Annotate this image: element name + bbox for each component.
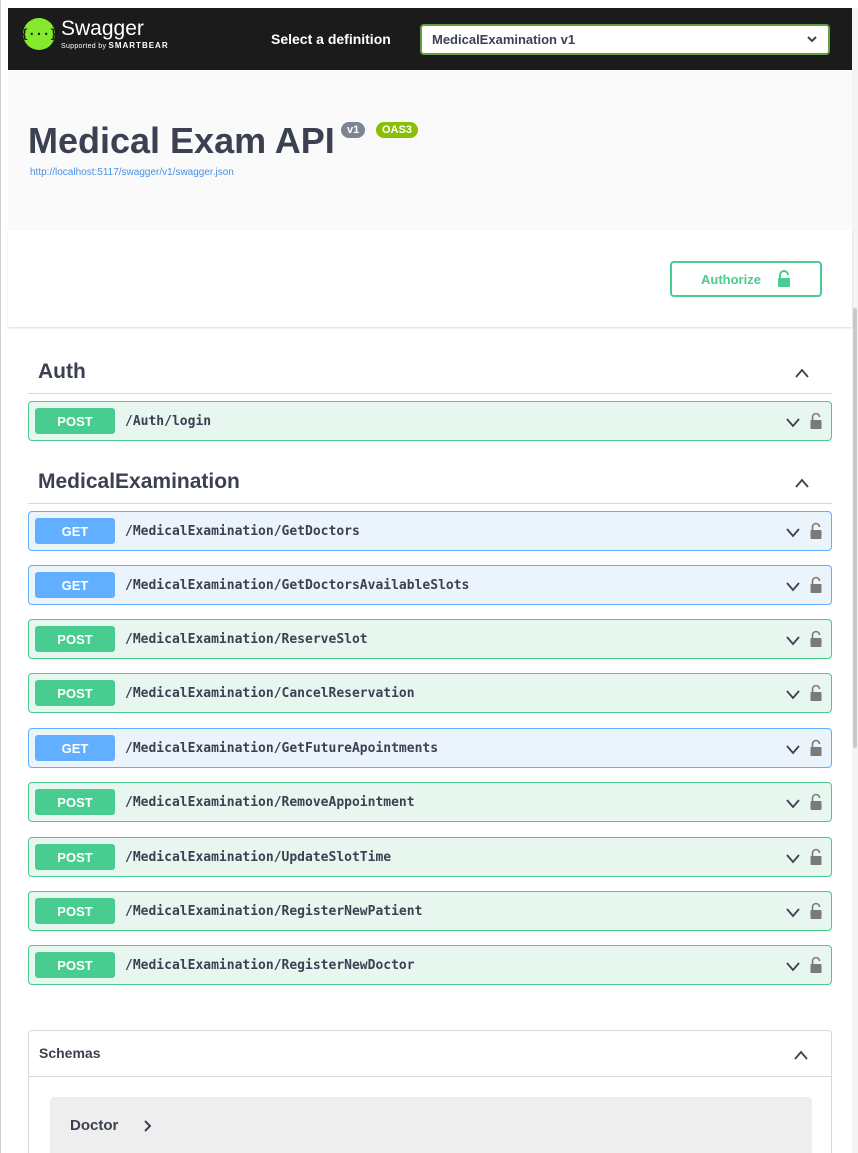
- method-badge: GET: [35, 518, 115, 544]
- schemas-header[interactable]: Schemas: [29, 1031, 831, 1077]
- spec-url-link[interactable]: http://localhost:5117/swagger/v1/swagger…: [30, 167, 234, 178]
- operation-row[interactable]: GET /MedicalExamination/GetDoctorsAvaila…: [28, 565, 832, 605]
- unlock-icon: [777, 270, 790, 287]
- chevron-up-icon[interactable]: [794, 476, 810, 490]
- chevron-down-icon[interactable]: [785, 415, 801, 429]
- method-badge: POST: [35, 789, 115, 815]
- method-badge: POST: [35, 680, 115, 706]
- swagger-logo-icon: {···}: [21, 18, 57, 50]
- method-badge: POST: [35, 844, 115, 870]
- unlock-icon[interactable]: [809, 576, 823, 594]
- operation-path: /MedicalExamination/GetDoctors: [125, 523, 360, 539]
- chevron-down-icon[interactable]: [785, 687, 801, 701]
- operation-path: /MedicalExamination/ReserveSlot: [125, 631, 368, 647]
- select-definition-label: Select a definition: [271, 31, 391, 47]
- tag-name: MedicalExamination: [38, 470, 240, 493]
- operation-path: /MedicalExamination/UpdateSlotTime: [125, 849, 392, 865]
- tag-medicalexamination[interactable]: MedicalExamination: [28, 462, 832, 504]
- chevron-down-icon[interactable]: [785, 796, 801, 810]
- scheme-container: Authorize: [8, 230, 852, 327]
- method-badge: GET: [35, 572, 115, 598]
- model-name: Doctor: [70, 1117, 119, 1134]
- operation-row[interactable]: GET /MedicalExamination/GetDoctors: [28, 511, 832, 551]
- chevron-up-icon[interactable]: [793, 1048, 809, 1062]
- operation-row[interactable]: POST /MedicalExamination/RemoveAppointme…: [28, 782, 832, 822]
- unlock-icon[interactable]: [809, 956, 823, 974]
- swagger-logo[interactable]: {···} Swagger Supported by SMARTBEAR: [21, 17, 169, 50]
- schemas-title: Schemas: [39, 1045, 101, 1061]
- schema-model-doctor[interactable]: Doctor: [50, 1097, 812, 1153]
- chevron-down-icon[interactable]: [785, 525, 801, 539]
- operation-row[interactable]: POST /Auth/login: [28, 401, 832, 441]
- chevron-down-icon[interactable]: [785, 851, 801, 865]
- method-badge: POST: [35, 408, 115, 434]
- operation-row[interactable]: GET /MedicalExamination/GetFutureApointm…: [28, 728, 832, 768]
- operation-path: /MedicalExamination/CancelReservation: [125, 685, 415, 701]
- operation-path: /MedicalExamination/GetFutureApointments: [125, 740, 439, 756]
- unlock-icon[interactable]: [809, 412, 823, 430]
- operation-row[interactable]: POST /MedicalExamination/RegisterNewDoct…: [28, 945, 832, 985]
- chevron-down-icon[interactable]: [785, 633, 801, 647]
- oas-badge: OAS3: [376, 122, 418, 138]
- operation-row[interactable]: POST /MedicalExamination/UpdateSlotTime: [28, 837, 832, 877]
- scrollbar-thumb[interactable]: [853, 308, 857, 748]
- chevron-down-icon: [807, 36, 817, 43]
- operation-row[interactable]: POST /MedicalExamination/CancelReservati…: [28, 673, 832, 713]
- definition-select[interactable]: MedicalExamination v1: [420, 24, 830, 55]
- method-badge: POST: [35, 952, 115, 978]
- chevron-down-icon[interactable]: [785, 959, 801, 973]
- chevron-down-icon[interactable]: [785, 579, 801, 593]
- unlock-icon[interactable]: [809, 684, 823, 702]
- tag-auth[interactable]: Auth: [28, 352, 832, 394]
- operation-row[interactable]: POST /MedicalExamination/RegisterNewPati…: [28, 891, 832, 931]
- tag-name: Auth: [38, 360, 86, 383]
- chevron-down-icon[interactable]: [785, 905, 801, 919]
- logo-sub-prefix: Supported by: [61, 43, 107, 50]
- scrollbar[interactable]: [852, 8, 858, 1153]
- operation-path: /MedicalExamination/GetDoctorsAvailableS…: [125, 577, 470, 593]
- operation-path: /Auth/login: [125, 413, 212, 429]
- unlock-icon[interactable]: [809, 902, 823, 920]
- operation-row[interactable]: POST /MedicalExamination/ReserveSlot: [28, 619, 832, 659]
- method-badge: GET: [35, 735, 115, 761]
- selected-definition: MedicalExamination v1: [432, 32, 576, 47]
- chevron-down-icon[interactable]: [785, 742, 801, 756]
- api-info: Medical Exam API v1 OAS3 http://localhos…: [8, 70, 852, 230]
- logo-sub: Supported by SMARTBEAR: [61, 41, 169, 50]
- operation-path: /MedicalExamination/RegisterNewDoctor: [125, 957, 415, 973]
- chevron-up-icon[interactable]: [794, 366, 810, 380]
- schemas-section: Schemas Doctor: [28, 1030, 832, 1153]
- unlock-icon[interactable]: [809, 848, 823, 866]
- operation-path: /MedicalExamination/RegisterNewPatient: [125, 903, 423, 919]
- unlock-icon[interactable]: [809, 739, 823, 757]
- authorize-label: Authorize: [701, 271, 761, 287]
- unlock-icon[interactable]: [809, 630, 823, 648]
- version-badge: v1: [341, 122, 366, 138]
- logo-sub-brand: SMARTBEAR: [108, 41, 169, 50]
- unlock-icon[interactable]: [809, 793, 823, 811]
- method-badge: POST: [35, 626, 115, 652]
- topbar: {···} Swagger Supported by SMARTBEAR Sel…: [8, 8, 852, 70]
- chevron-right-icon[interactable]: [142, 1119, 154, 1133]
- logo-name: Swagger: [61, 17, 144, 40]
- unlock-icon[interactable]: [809, 522, 823, 540]
- method-badge: POST: [35, 898, 115, 924]
- authorize-button[interactable]: Authorize: [670, 261, 822, 297]
- operation-path: /MedicalExamination/RemoveAppointment: [125, 794, 415, 810]
- page-title: Medical Exam API: [28, 120, 335, 161]
